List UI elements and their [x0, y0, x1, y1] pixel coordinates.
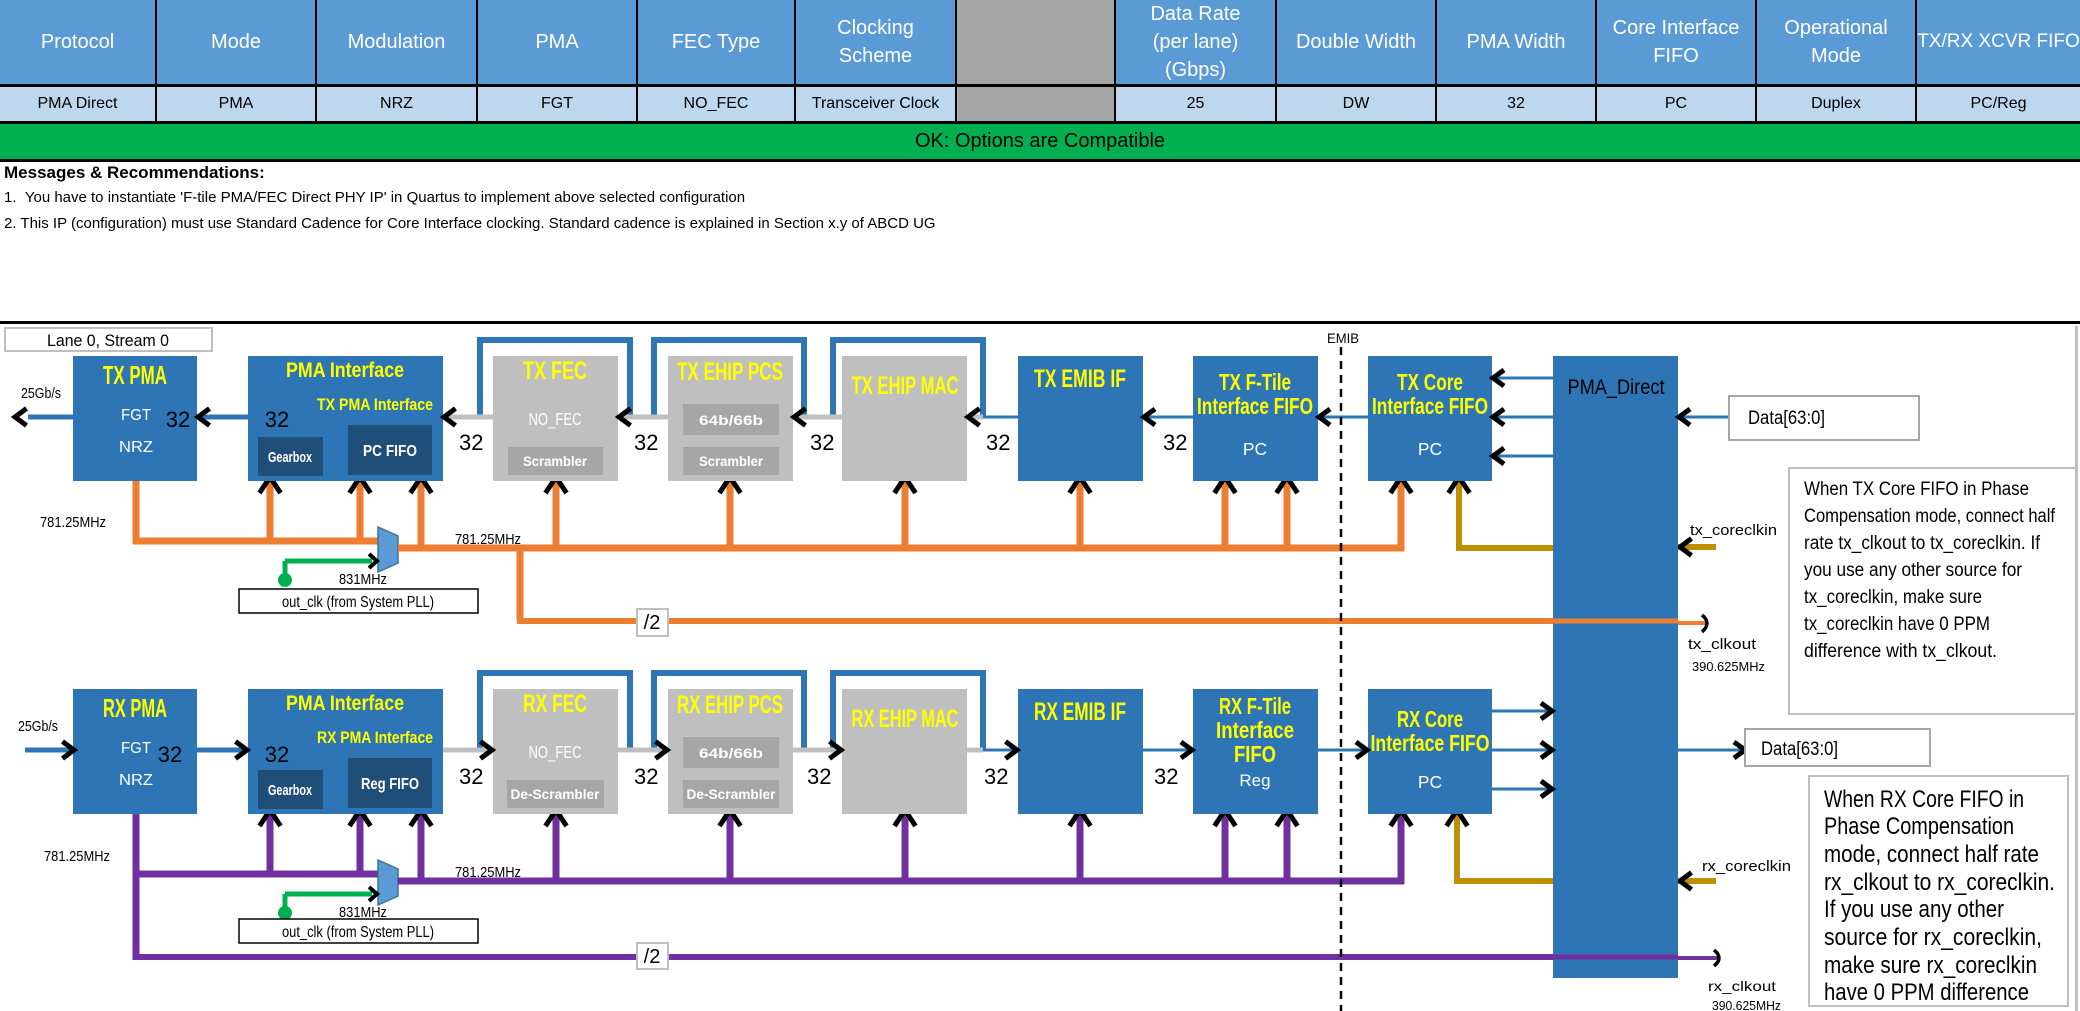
- svg-text:32: 32: [1163, 430, 1187, 455]
- svg-text:RX PMA Interface: RX PMA Interface: [317, 729, 433, 747]
- svg-text:32: 32: [810, 430, 834, 455]
- svg-text:32: 32: [459, 764, 483, 789]
- svg-text:RX EMIB IF: RX EMIB IF: [1034, 698, 1126, 726]
- svg-text:/2: /2: [644, 946, 661, 968]
- svg-text:390.625MHz: 390.625MHz: [1692, 659, 1765, 674]
- svg-text:FGT: FGT: [121, 740, 151, 757]
- svg-text:Reg FIFO: Reg FIFO: [361, 776, 419, 793]
- svg-text:PC: PC: [1418, 772, 1442, 792]
- svg-text:you use any other source for: you use any other source for: [1804, 560, 2023, 581]
- svg-text:TX EHIP MAC: TX EHIP MAC: [852, 372, 959, 400]
- svg-text:Gearbox: Gearbox: [268, 782, 312, 799]
- svg-text:TX Core: TX Core: [1397, 369, 1463, 395]
- svg-text:Scrambler: Scrambler: [699, 453, 764, 469]
- svg-text:When RX Core FIFO in: When RX Core FIFO in: [1824, 786, 2024, 813]
- svg-text:PMA_Direct: PMA_Direct: [1568, 376, 1665, 399]
- svg-text:Compensation mode, connect hal: Compensation mode, connect half: [1804, 506, 2056, 527]
- svg-text:PMA Interface: PMA Interface: [286, 359, 404, 382]
- svg-text:32: 32: [986, 430, 1010, 455]
- svg-text:TX F-Tile: TX F-Tile: [1219, 369, 1291, 395]
- svg-text:TX PMA Interface: TX PMA Interface: [317, 396, 433, 414]
- svg-text:64b/66b: 64b/66b: [699, 745, 763, 761]
- svg-text:EMIB: EMIB: [1327, 330, 1359, 346]
- svg-text:781.25MHz: 781.25MHz: [44, 848, 110, 865]
- svg-text:RX EHIP PCS: RX EHIP PCS: [677, 691, 783, 719]
- svg-text:PC FIFO: PC FIFO: [363, 443, 417, 460]
- svg-text:tx_coreclkin have 0 PPM: tx_coreclkin have 0 PPM: [1804, 614, 1990, 635]
- svg-text:De-Scrambler: De-Scrambler: [687, 786, 777, 802]
- svg-text:831MHz: 831MHz: [339, 572, 387, 588]
- svg-text:mode, connect half rate: mode, connect half rate: [1824, 841, 2039, 868]
- svg-text:tx_clkout: tx_clkout: [1688, 636, 1757, 653]
- svg-text:PC: PC: [1418, 439, 1442, 459]
- svg-text:Interface: Interface: [1216, 717, 1294, 743]
- svg-text:NO_FEC: NO_FEC: [529, 409, 582, 430]
- svg-text:RX FEC: RX FEC: [523, 690, 587, 718]
- svg-text:FGT: FGT: [121, 407, 151, 424]
- svg-text:32: 32: [634, 430, 658, 455]
- svg-text:rx_clkout to rx_coreclkin.: rx_clkout to rx_coreclkin.: [1824, 869, 2055, 896]
- svg-text:Interface FIFO: Interface FIFO: [1372, 393, 1488, 419]
- svg-text:390.625MHz: 390.625MHz: [1712, 998, 1781, 1011]
- svg-text:source for rx_coreclkin,: source for rx_coreclkin,: [1824, 924, 2042, 951]
- svg-text:TX EMIB IF: TX EMIB IF: [1034, 365, 1126, 393]
- svg-text:25Gb/s: 25Gb/s: [18, 718, 58, 735]
- svg-text:FIFO: FIFO: [1234, 741, 1276, 767]
- svg-text:/2: /2: [644, 612, 661, 634]
- svg-text:781.25MHz: 781.25MHz: [455, 531, 521, 548]
- svg-text:TX PMA: TX PMA: [103, 360, 167, 390]
- svg-text:PMA Interface: PMA Interface: [286, 692, 404, 715]
- svg-text:out_clk (from System PLL): out_clk (from System PLL): [282, 924, 434, 941]
- svg-text:tx_coreclkin: tx_coreclkin: [1690, 522, 1777, 539]
- svg-text:rx_coreclkin: rx_coreclkin: [1702, 858, 1791, 875]
- svg-text:Lane 0, Stream 0: Lane 0, Stream 0: [47, 331, 169, 350]
- svg-text:NRZ: NRZ: [119, 439, 153, 456]
- svg-text:De-Scrambler: De-Scrambler: [511, 786, 601, 802]
- svg-text:Interface FIFO: Interface FIFO: [1197, 393, 1313, 419]
- svg-text:32: 32: [459, 430, 483, 455]
- svg-text:NO_FEC: NO_FEC: [529, 742, 582, 763]
- svg-text:rate tx_clkout to tx_coreclkin: rate tx_clkout to tx_coreclkin. If: [1804, 533, 2041, 554]
- svg-text:32: 32: [265, 407, 289, 432]
- svg-text:TX EHIP PCS: TX EHIP PCS: [677, 358, 783, 386]
- svg-text:RX PMA: RX PMA: [103, 693, 167, 723]
- svg-text:TX FEC: TX FEC: [523, 357, 587, 385]
- svg-text:Data[63:0]: Data[63:0]: [1748, 408, 1825, 429]
- svg-text:32: 32: [1154, 764, 1178, 789]
- svg-text:NRZ: NRZ: [119, 772, 153, 789]
- svg-text:Scrambler: Scrambler: [523, 453, 588, 469]
- svg-text:have 0 PPM difference: have 0 PPM difference: [1824, 979, 2029, 1006]
- svg-text:make sure rx_coreclkin: make sure rx_coreclkin: [1824, 952, 2037, 979]
- svg-text:32: 32: [166, 407, 190, 432]
- svg-text:difference with tx_clkout.: difference with tx_clkout.: [1804, 641, 1997, 662]
- svg-text:64b/66b: 64b/66b: [699, 412, 763, 428]
- svg-text:Interface FIFO: Interface FIFO: [1371, 730, 1490, 756]
- svg-text:32: 32: [634, 764, 658, 789]
- svg-text:RX EHIP MAC: RX EHIP MAC: [852, 705, 959, 733]
- svg-text:32: 32: [158, 742, 182, 767]
- svg-text:rx_clkout: rx_clkout: [1708, 978, 1776, 994]
- svg-text:RX F-Tile: RX F-Tile: [1219, 693, 1291, 719]
- svg-text:Reg: Reg: [1239, 771, 1270, 790]
- svg-text:781.25MHz: 781.25MHz: [455, 864, 521, 881]
- svg-text:If you use any other: If you use any other: [1824, 896, 2004, 923]
- svg-text:When TX Core FIFO in Phase: When TX Core FIFO in Phase: [1804, 479, 2029, 500]
- svg-text:32: 32: [984, 764, 1008, 789]
- svg-text:Phase Compensation: Phase Compensation: [1824, 813, 2014, 840]
- svg-text:Gearbox: Gearbox: [268, 449, 312, 466]
- svg-text:Data[63:0]: Data[63:0]: [1761, 739, 1838, 760]
- svg-text:781.25MHz: 781.25MHz: [40, 514, 106, 531]
- svg-text:RX Core: RX Core: [1397, 706, 1463, 732]
- svg-text:out_clk (from System PLL): out_clk (from System PLL): [282, 594, 434, 611]
- svg-text:tx_coreclkin, make sure: tx_coreclkin, make sure: [1804, 587, 1982, 608]
- svg-text:32: 32: [265, 742, 289, 767]
- svg-text:32: 32: [807, 764, 831, 789]
- svg-text:25Gb/s: 25Gb/s: [21, 385, 61, 402]
- svg-text:PC: PC: [1243, 439, 1267, 459]
